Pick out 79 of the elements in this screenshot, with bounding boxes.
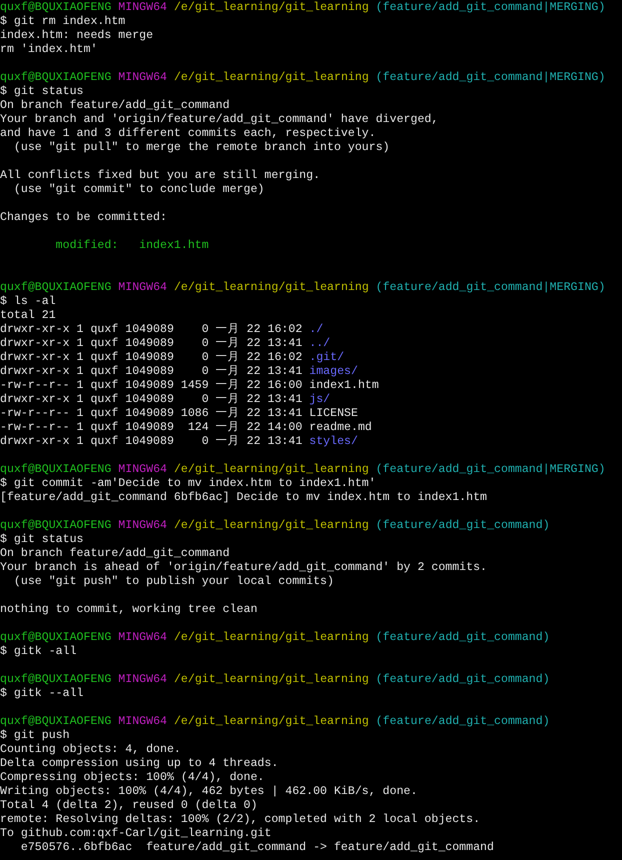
output-text: Total 4 (delta 2), reused 0 (delta 0) [0, 799, 258, 812]
prompt-user: quxf@BQUXIAOFENG [0, 519, 112, 532]
output-text: (use "git pull" to merge the remote branch into yours) [12, 141, 390, 154]
output-text: On branch feature/add_git_command [0, 547, 230, 560]
prompt-user: quxf@BQUXIAOFENG [0, 463, 112, 476]
command-text: $ git commit -am'Decide to mv index.htm to index1.htm' [0, 477, 376, 490]
command-text: $ git status [0, 533, 84, 546]
prompt-system: MINGW64 [118, 281, 167, 294]
output-text: e750576..6bfb6ac feature/add_git_command -> feature/add_git_command [20, 841, 494, 854]
command-text: $ git status [0, 85, 84, 98]
prompt-branch: (feature/add_git_command|MERGING) [376, 71, 606, 84]
directory-name: images/ [309, 365, 358, 378]
prompt-system: MINGW64 [118, 71, 167, 84]
output-text: On branch feature/add_git_command [0, 99, 230, 112]
prompt-path: /e/git_learning/git_learning [174, 673, 369, 686]
prompt-system: MINGW64 [118, 519, 167, 532]
output-text: Delta compression using up to 4 threads. [0, 757, 278, 770]
prompt-system: MINGW64 [118, 463, 167, 476]
output-text: and have 1 and 3 different commits each, respectively. [0, 127, 376, 140]
output-text: nothing to commit, working tree clean [0, 603, 258, 616]
prompt-branch: (feature/add_git_command) [376, 631, 550, 644]
directory-name: ./ [309, 323, 324, 336]
output-text: To github.com:qxf-Carl/git_learning.git [0, 827, 272, 840]
prompt-user: quxf@BQUXIAOFENG [0, 715, 112, 728]
output-text: Writing objects: 100% (4/4), 462 bytes | 462.00 KiB/s, done. [0, 785, 418, 798]
output-text: Compressing objects: 100% (4/4), done. [0, 771, 264, 784]
prompt-system: MINGW64 [118, 1, 167, 14]
output-text: index.htm: needs merge [0, 29, 154, 42]
output-text: -rw-r--r-- 1 quxf 1049089 1459 一月 22 16:00 index1.htm [0, 379, 379, 392]
prompt-user: quxf@BQUXIAOFENG [0, 71, 112, 84]
output-text: rm 'index.htm' [0, 43, 98, 56]
output-text: Your branch is ahead of 'origin/feature/add_git_command' by 2 commits. [0, 561, 488, 574]
command-text: $ git rm index.htm [0, 15, 126, 28]
output-text: total 21 [0, 309, 56, 322]
prompt-path: /e/git_learning/git_learning [174, 715, 369, 728]
output-text: Your branch and 'origin/feature/add_git_command' have diverged, [0, 113, 438, 126]
output-text: drwxr-xr-x 1 quxf 1049089 0 一月 22 13:41 [0, 393, 304, 406]
prompt-branch: (feature/add_git_command|MERGING) [376, 281, 606, 294]
command-text: $ ls -al [0, 295, 56, 308]
output-text: (use "git push" to publish your local commits) [12, 575, 334, 588]
output-text: -rw-r--r-- 1 quxf 1049089 124 一月 22 14:00 readme.md [0, 421, 372, 434]
directory-name: .git/ [309, 351, 344, 364]
output-text: Counting objects: 4, done. [0, 743, 181, 756]
prompt-path: /e/git_learning/git_learning [174, 71, 369, 84]
directory-name: ../ [309, 337, 330, 350]
output-text: -rw-r--r-- 1 quxf 1049089 1086 一月 22 13:41 LICENSE [0, 407, 358, 420]
output-text: [feature/add_git_command 6bfb6ac] Decide to mv index.htm to index1.htm [0, 491, 488, 504]
directory-name: styles/ [309, 435, 358, 448]
prompt-branch: (feature/add_git_command|MERGING) [376, 1, 606, 14]
prompt-path: /e/git_learning/git_learning [174, 281, 369, 294]
prompt-branch: (feature/add_git_command) [376, 673, 550, 686]
output-text: drwxr-xr-x 1 quxf 1049089 0 一月 22 13:41 [0, 365, 304, 378]
prompt-system: MINGW64 [118, 715, 167, 728]
output-text: All conflicts fixed but you are still merging. [0, 169, 320, 182]
prompt-path: /e/git_learning/git_learning [174, 631, 369, 644]
prompt-path: /e/git_learning/git_learning [174, 463, 369, 476]
prompt-user: quxf@BQUXIAOFENG [0, 281, 112, 294]
output-text: drwxr-xr-x 1 quxf 1049089 0 一月 22 16:02 [0, 323, 304, 336]
command-text: $ gitk --all [0, 687, 84, 700]
command-text: $ git push [0, 729, 70, 742]
prompt-path: /e/git_learning/git_learning [174, 519, 369, 532]
command-text: $ gitk -all [0, 645, 77, 658]
prompt-branch: (feature/add_git_command) [376, 715, 550, 728]
output-text: remote: Resolving deltas: 100% (2/2), completed with 2 local objects. [0, 813, 480, 826]
output-text: drwxr-xr-x 1 quxf 1049089 0 一月 22 16:02 [0, 351, 304, 364]
output-text: (use "git commit" to conclude merge) [12, 183, 264, 196]
prompt-branch: (feature/add_git_command) [376, 519, 550, 532]
prompt-user: quxf@BQUXIAOFENG [0, 673, 112, 686]
output-text: drwxr-xr-x 1 quxf 1049089 0 一月 22 13:41 [0, 337, 304, 350]
prompt-user: quxf@BQUXIAOFENG [0, 1, 112, 14]
directory-name: js/ [309, 393, 330, 406]
output-text: drwxr-xr-x 1 quxf 1049089 0 一月 22 13:41 [0, 435, 304, 448]
prompt-system: MINGW64 [118, 631, 167, 644]
staged-file-status: modified: index1.htm [54, 239, 209, 252]
prompt-system: MINGW64 [118, 673, 167, 686]
prompt-branch: (feature/add_git_command|MERGING) [376, 463, 606, 476]
prompt-user: quxf@BQUXIAOFENG [0, 631, 112, 644]
output-text: Changes to be committed: [0, 211, 167, 224]
prompt-path: /e/git_learning/git_learning [174, 1, 369, 14]
